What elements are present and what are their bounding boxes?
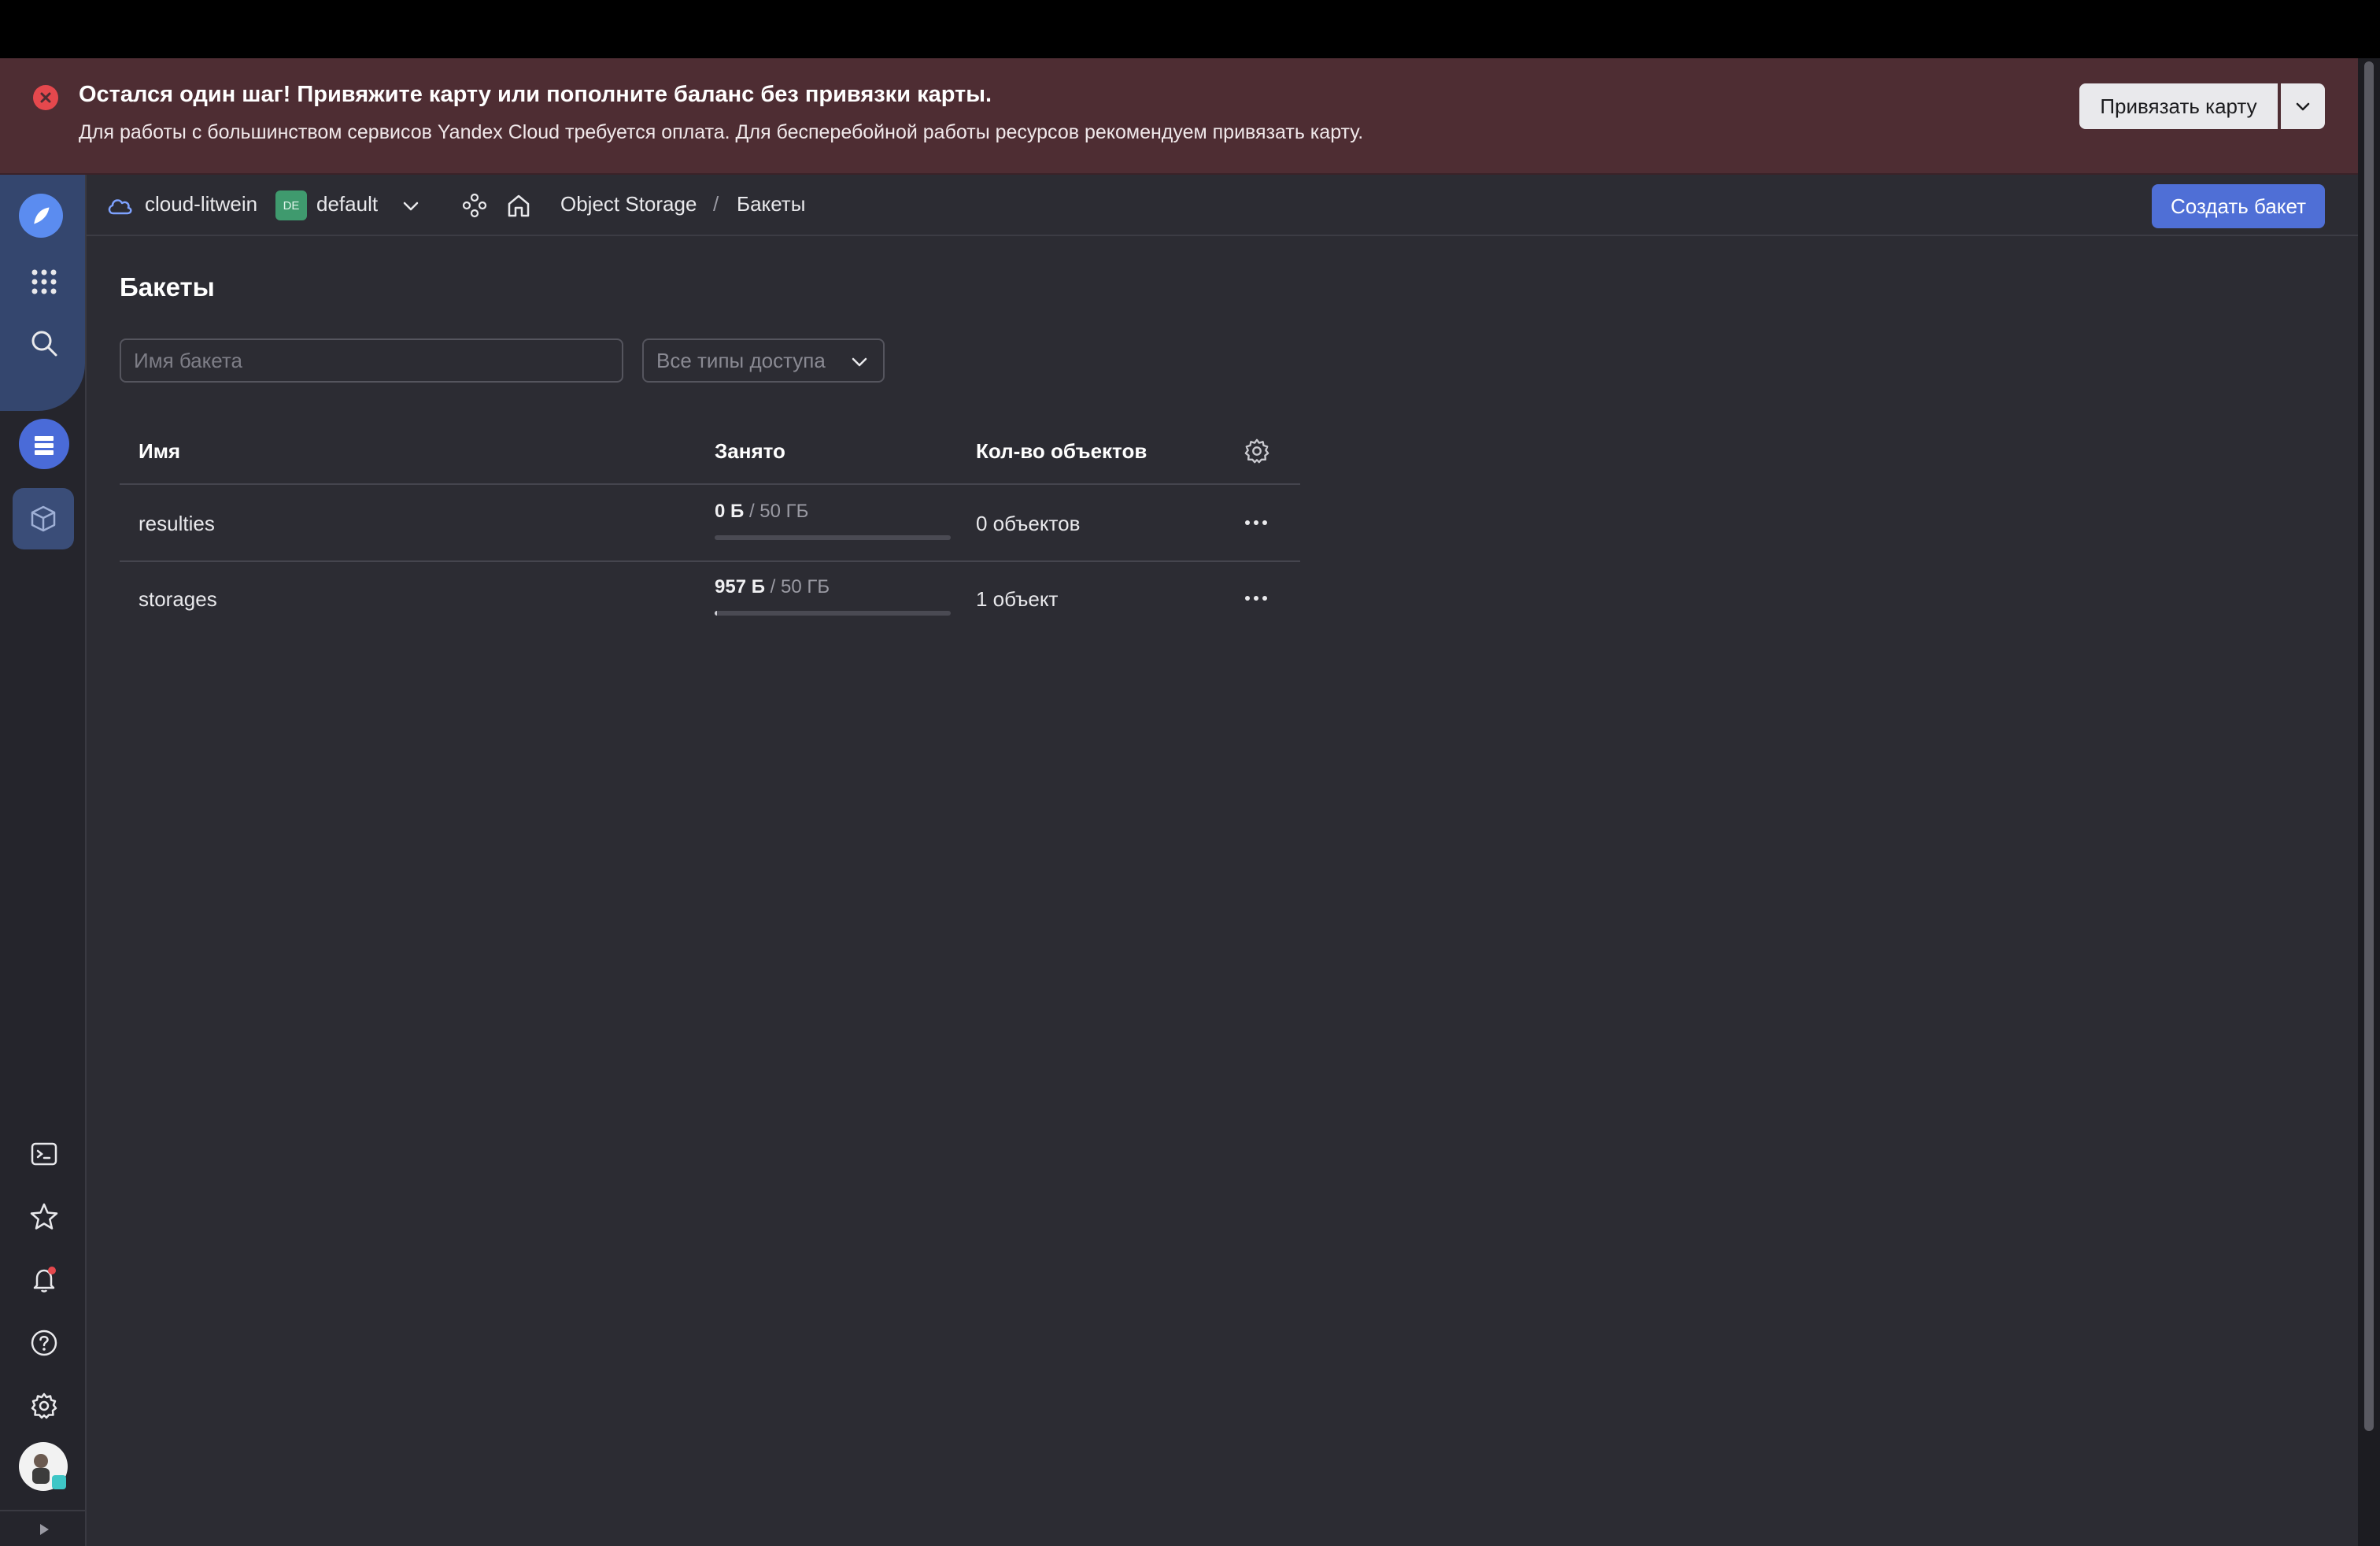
table-settings-gear-icon[interactable] bbox=[1244, 438, 1270, 464]
bucket-object-count: 0 объектов bbox=[976, 512, 1081, 535]
notifications-bell-icon[interactable] bbox=[22, 1258, 66, 1302]
chevron-down-icon[interactable] bbox=[400, 195, 422, 217]
column-header-name[interactable]: Имя bbox=[139, 419, 180, 483]
nodes-graph-icon[interactable] bbox=[461, 192, 488, 219]
error-icon bbox=[33, 85, 58, 110]
buckets-nav-icon[interactable] bbox=[13, 488, 74, 549]
chevron-down-icon bbox=[2296, 102, 2310, 111]
bucket-usage: 957 Б / 50 ГБ bbox=[715, 576, 830, 597]
usage-bar bbox=[715, 535, 951, 540]
create-bucket-button[interactable]: Создать бакет bbox=[2152, 184, 2325, 228]
breadcrumb-object-storage[interactable]: Object Storage bbox=[560, 192, 697, 216]
banner-subtitle: Для работы с большинством сервисов Yande… bbox=[79, 121, 1364, 143]
object-storage-service-icon[interactable] bbox=[16, 416, 72, 472]
search-icon[interactable] bbox=[22, 321, 66, 365]
scrollbar-thumb[interactable] bbox=[2364, 61, 2374, 1431]
page-title: Бакеты bbox=[120, 272, 215, 301]
row-actions-menu-icon[interactable] bbox=[1240, 507, 1272, 538]
access-type-select[interactable]: Все типы доступа bbox=[642, 338, 885, 383]
cloud-selector[interactable]: cloud-litwein bbox=[145, 192, 257, 216]
yandex-cloud-logo-icon[interactable] bbox=[19, 194, 63, 238]
window-top-bar bbox=[0, 0, 2380, 58]
row-actions-menu-icon[interactable] bbox=[1240, 583, 1272, 614]
scrollbar[interactable] bbox=[2358, 58, 2380, 1546]
expand-sidebar-icon[interactable] bbox=[22, 1518, 66, 1541]
services-grid-icon[interactable] bbox=[22, 260, 66, 304]
column-header-objects[interactable]: Кол-во объектов bbox=[976, 419, 1147, 483]
help-icon[interactable] bbox=[22, 1321, 66, 1365]
breadcrumb-separator: / bbox=[713, 192, 719, 216]
access-type-select-value: Все типы доступа bbox=[656, 348, 826, 372]
settings-gear-icon[interactable] bbox=[22, 1384, 66, 1428]
bind-card-button[interactable]: Привязать карту bbox=[2079, 83, 2278, 129]
table-row[interactable]: resulties 0 Б / 50 ГБ 0 объектов bbox=[120, 485, 1300, 560]
bucket-name-search-input[interactable] bbox=[120, 338, 623, 383]
folder-selector[interactable]: default bbox=[316, 192, 378, 216]
top-header: cloud-litwein DE default Object Storage … bbox=[87, 175, 2358, 236]
bucket-name[interactable]: resulties bbox=[139, 512, 215, 536]
bind-card-dropdown-button[interactable] bbox=[2281, 83, 2325, 129]
payment-banner: Остался один шаг! Привяжите карту или по… bbox=[0, 58, 2358, 175]
bucket-object-count: 1 объект bbox=[976, 587, 1059, 611]
chevron-down-icon bbox=[852, 357, 867, 367]
breadcrumb-current: Бакеты bbox=[737, 192, 806, 216]
sidebar bbox=[0, 175, 87, 1546]
folder-badge: DE bbox=[275, 190, 307, 220]
usage-bar bbox=[715, 611, 951, 616]
bucket-name[interactable]: storages bbox=[139, 587, 217, 612]
home-icon[interactable] bbox=[505, 192, 532, 219]
terminal-icon[interactable] bbox=[22, 1132, 66, 1176]
star-icon[interactable] bbox=[22, 1195, 66, 1239]
column-header-used[interactable]: Занято bbox=[715, 419, 785, 483]
cloud-icon bbox=[108, 199, 132, 215]
main-content: cloud-litwein DE default Object Storage … bbox=[87, 175, 2358, 1546]
user-avatar[interactable] bbox=[17, 1441, 69, 1492]
table-row[interactable]: storages 957 Б / 50 ГБ 1 объект bbox=[120, 562, 1300, 638]
banner-title: Остался один шаг! Привяжите карту или по… bbox=[79, 82, 992, 107]
bucket-usage: 0 Б / 50 ГБ bbox=[715, 501, 809, 522]
